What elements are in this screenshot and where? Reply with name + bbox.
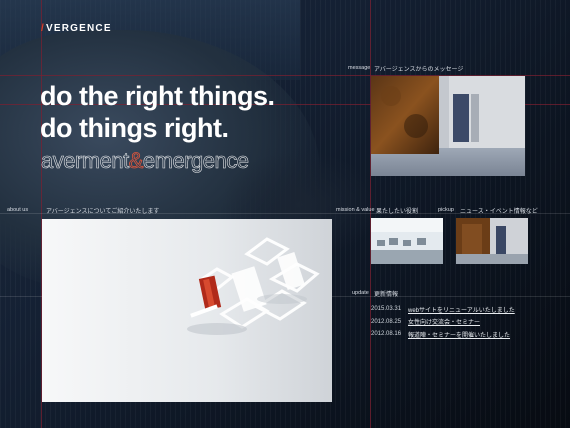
mission-thumbnail[interactable]	[371, 218, 443, 264]
hero-tagline: averment&emergence	[41, 148, 250, 174]
pickup-label: pickup	[438, 207, 454, 213]
tagline-part-1: averment	[41, 148, 130, 174]
about-label: about us	[7, 207, 29, 213]
update-item[interactable]: 2012.08.16 報道陣・セミナーを開催いたしました	[371, 328, 515, 341]
about-link[interactable]: アバージェンスについてご紹介いたします	[46, 206, 159, 215]
logo-text: VERGENCE	[45, 23, 112, 34]
headline-line-2: do things right.	[40, 113, 229, 143]
update-label: update	[352, 290, 369, 296]
update-item[interactable]: 2015.03.31 webサイトをリニューアルいたしました	[371, 303, 515, 316]
update-list: 2015.03.31 webサイトをリニューアルいたしました 2012.08.2…	[371, 303, 515, 341]
about-photo[interactable]	[42, 219, 332, 402]
message-link[interactable]: アバージェンスからのメッセージ	[374, 64, 463, 73]
update-link[interactable]: 女性向け交流会・セミナー	[408, 317, 480, 326]
hero-headline: do the right things. do things right.	[40, 80, 275, 144]
update-item[interactable]: 2012.08.25 女性向け交流会・セミナー	[371, 316, 515, 329]
tagline-part-2: emergence	[142, 148, 250, 174]
mission-link[interactable]: 果たしたい役割	[376, 206, 418, 215]
pickup-link[interactable]: ニュース・イベント情報など	[460, 206, 538, 215]
headline-line-1: do the right things.	[40, 81, 275, 111]
pickup-thumbnail[interactable]	[456, 218, 528, 264]
update-date: 2015.03.31	[371, 306, 402, 313]
update-link[interactable]: 報道陣・セミナーを開催いたしました	[408, 330, 510, 339]
message-label: message	[348, 65, 371, 71]
update-link[interactable]: webサイトをリニューアルいたしました	[408, 305, 515, 314]
message-photo[interactable]	[371, 76, 525, 176]
update-date: 2012.08.25	[371, 318, 402, 325]
site-logo[interactable]: / VERGENCE	[41, 23, 112, 34]
logo-slash: /	[41, 23, 45, 34]
tagline-ampersand: &	[128, 148, 144, 174]
update-title: 更新情報	[374, 292, 399, 298]
mission-label: mission & value	[336, 207, 375, 213]
update-date: 2012.08.16	[371, 331, 402, 338]
